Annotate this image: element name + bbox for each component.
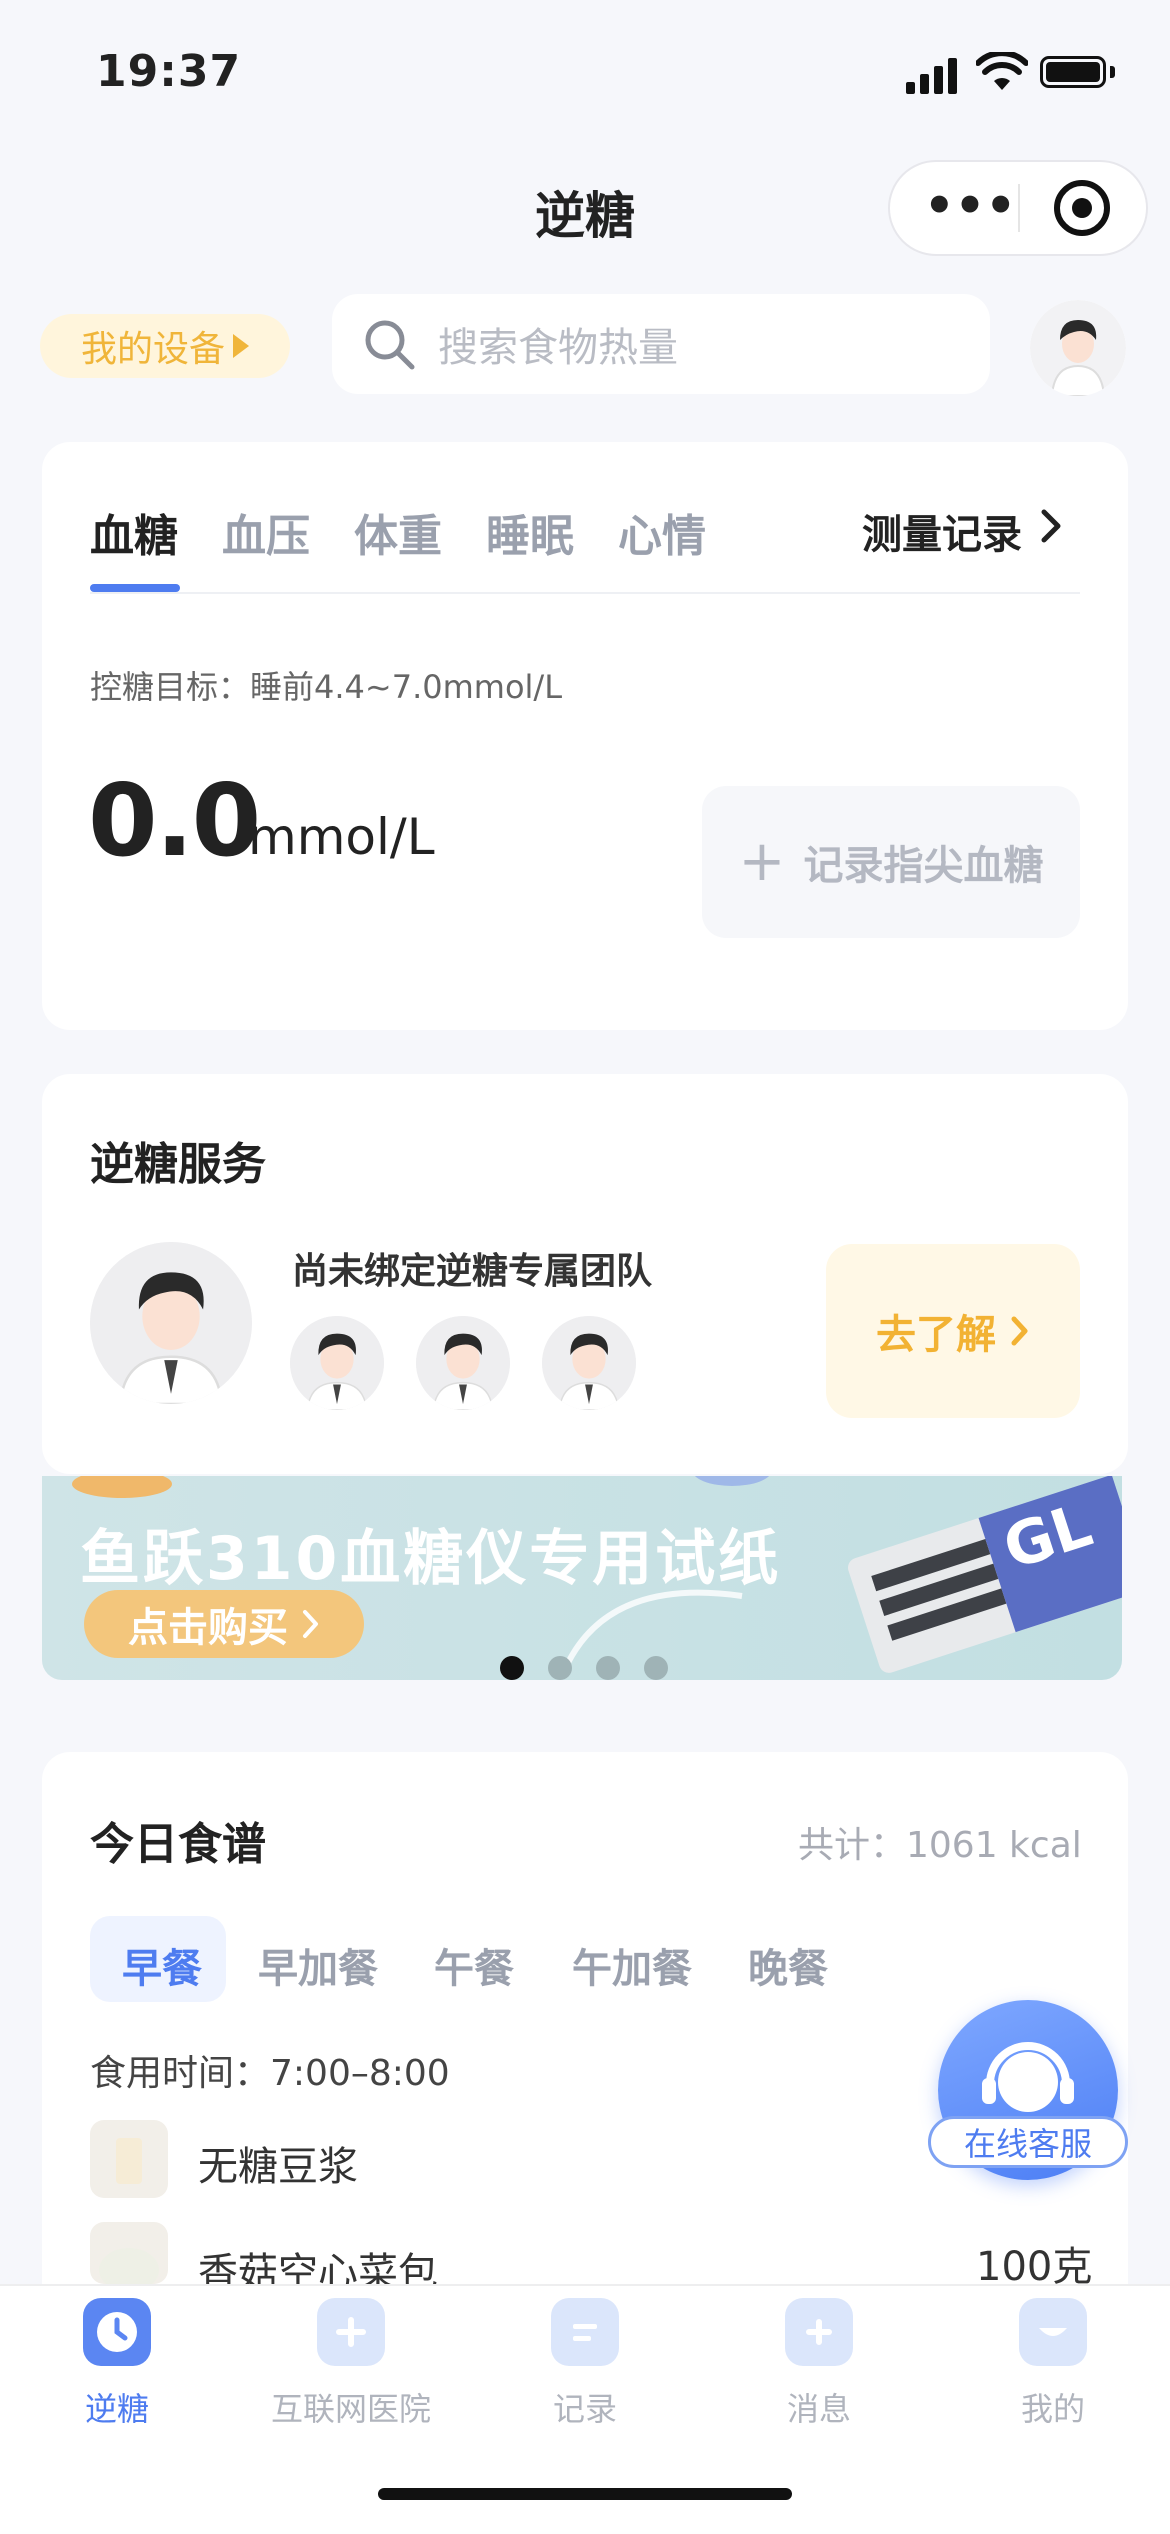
- bun-icon: [99, 2248, 159, 2292]
- soy-milk-image: [90, 2120, 168, 2198]
- user-avatar[interactable]: [1030, 300, 1126, 396]
- clock-icon: [83, 2298, 151, 2366]
- my-device-button[interactable]: 我的设备: [40, 314, 290, 378]
- tab-blood-sugar[interactable]: 血糖: [90, 500, 178, 564]
- search-input[interactable]: 搜索食物热量: [332, 294, 990, 394]
- nav-item-profile[interactable]: 我的: [936, 2298, 1170, 2430]
- nav-item-hospital[interactable]: 互联网医院: [234, 2298, 468, 2430]
- team-avatar: [290, 1316, 384, 1410]
- play-arrow-icon: [233, 334, 249, 358]
- wifi-icon: [976, 52, 1028, 90]
- clipboard-icon: [551, 2298, 619, 2366]
- meal-tab-morning-snack[interactable]: 早加餐: [258, 1936, 378, 1994]
- nav-item-messages[interactable]: 消息: [702, 2298, 936, 2430]
- nav-item-records[interactable]: 记录: [468, 2298, 702, 2430]
- more-icon[interactable]: •••: [924, 182, 1016, 230]
- carousel-dot[interactable]: [500, 1656, 524, 1680]
- status-time: 19:37: [96, 46, 242, 97]
- battery-icon: [1040, 56, 1106, 88]
- team-avatar: [542, 1316, 636, 1410]
- service-title: 逆糖服务: [90, 1139, 266, 1190]
- doctor-icon: [90, 1242, 252, 1404]
- team-avatar: [416, 1316, 510, 1410]
- nav-label: 逆糖: [84, 2390, 149, 2428]
- carousel-dot[interactable]: [548, 1656, 572, 1680]
- measurement-records-link[interactable]: 测量记录: [862, 502, 1022, 560]
- carousel-dot[interactable]: [644, 1656, 668, 1680]
- glucose-unit: mmol/L: [248, 808, 435, 866]
- hospital-icon: [317, 2298, 385, 2366]
- carousel-dot[interactable]: [596, 1656, 620, 1680]
- nav-label: 我的: [1020, 2390, 1085, 2428]
- tab-weight[interactable]: 体重: [354, 500, 442, 564]
- glucose-value: 0.0: [88, 762, 261, 879]
- profile-icon: [1019, 2298, 1087, 2366]
- chevron-right-icon: [1011, 1316, 1028, 1346]
- nav-label: 记录: [552, 2390, 617, 2428]
- eating-time: 食用时间：7:00–8:00: [90, 2053, 450, 2094]
- signal-icon: [906, 58, 957, 94]
- doctor-avatar-icon: [1030, 300, 1126, 396]
- plus-icon: +: [738, 829, 786, 894]
- nav-item-home[interactable]: 逆糖: [0, 2298, 234, 2430]
- nav-label: 互联网医院: [270, 2390, 431, 2428]
- buy-now-button[interactable]: 点击购买: [84, 1590, 364, 1658]
- recipe-total-kcal: 共计：1061 kcal: [798, 1825, 1082, 1866]
- learn-more-label: 去了解: [876, 1312, 996, 1358]
- nav-label: 消息: [786, 2390, 851, 2428]
- tab-sleep[interactable]: 睡眠: [486, 500, 574, 564]
- home-indicator: [378, 2488, 792, 2500]
- search-placeholder: 搜索食物热量: [438, 325, 678, 371]
- record-finger-glucose-button[interactable]: + 记录指尖血糖: [702, 786, 1080, 938]
- meal-tab-dinner[interactable]: 晚餐: [748, 1936, 828, 1994]
- bun-image: [90, 2222, 168, 2292]
- meal-tab-afternoon-snack[interactable]: 午加餐: [572, 1936, 692, 1994]
- buy-now-label: 点击购买: [128, 1605, 288, 1651]
- food-item-name: 无糖豆浆: [198, 2144, 358, 2190]
- battery-tip: [1110, 66, 1115, 78]
- banner-title: 鱼跃310血糖仪专用试纸: [80, 1524, 782, 1594]
- close-target-icon[interactable]: [1054, 180, 1110, 236]
- online-service-label[interactable]: 在线客服: [928, 2116, 1128, 2168]
- doctor-icon: [290, 1316, 384, 1410]
- tab-mood[interactable]: 心情: [618, 500, 706, 564]
- meal-tab-lunch[interactable]: 午餐: [434, 1936, 514, 1994]
- chevron-right-icon: [303, 1610, 318, 1638]
- record-button-label: 记录指尖血糖: [803, 843, 1044, 889]
- meal-tab-breakfast[interactable]: 早餐: [122, 1936, 202, 1994]
- tabs-divider: [90, 592, 1080, 594]
- cup-icon: [116, 2138, 142, 2184]
- glucose-goal: 控糖目标：睡前4.4~7.0mmol/L: [90, 668, 563, 706]
- doctor-icon: [416, 1316, 510, 1410]
- my-device-label: 我的设备: [80, 329, 225, 370]
- service-subtitle: 尚未绑定逆糖专属团队: [292, 1251, 653, 1292]
- capsule-divider: [1018, 184, 1020, 232]
- recipe-title: 今日食谱: [90, 1819, 266, 1870]
- tab-blood-pressure[interactable]: 血压: [222, 500, 310, 564]
- search-icon: [365, 320, 415, 370]
- active-tab-indicator: [90, 584, 180, 592]
- message-icon: [785, 2298, 853, 2366]
- team-leader-avatar: [90, 1242, 252, 1404]
- doctor-icon: [542, 1316, 636, 1410]
- chevron-right-icon[interactable]: [1040, 508, 1064, 544]
- learn-more-button[interactable]: 去了解: [826, 1244, 1080, 1418]
